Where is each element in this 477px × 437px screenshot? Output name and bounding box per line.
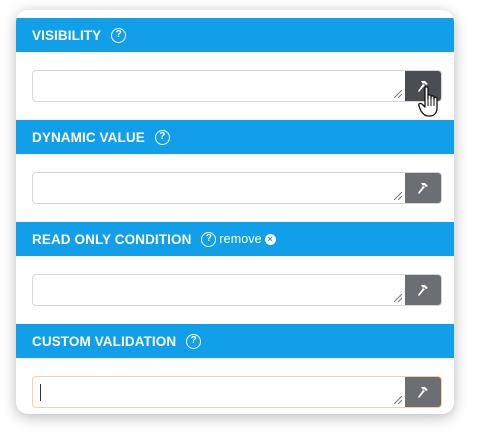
remove-label: remove <box>219 232 262 246</box>
section-title: DYNAMIC VALUE <box>32 129 145 145</box>
hand-pointer-icon <box>418 86 438 117</box>
hammer-icon <box>418 387 428 398</box>
hammer-icon <box>418 285 428 296</box>
section-title: READ ONLY CONDITION <box>32 231 192 247</box>
resize-grip-icon[interactable] <box>394 90 402 98</box>
settings-panel: VISIBILITY ? DYNAMIC VALUE ? READ ONLY C… <box>16 10 454 414</box>
visibility-input[interactable] <box>32 70 442 102</box>
question-circle-icon[interactable]: ? <box>186 333 202 349</box>
custom-validation-input[interactable] <box>32 376 442 408</box>
section-header-custom-validation: CUSTOM VALIDATION ? <box>16 324 454 358</box>
section-title: CUSTOM VALIDATION <box>32 333 177 349</box>
remove-link[interactable]: remove × <box>219 232 276 246</box>
custom-validation-builder-button[interactable] <box>405 377 441 407</box>
question-circle-icon[interactable]: ? <box>201 231 217 247</box>
dynamic-value-input[interactable] <box>32 172 442 204</box>
resize-grip-icon[interactable] <box>394 192 402 200</box>
close-circle-icon: × <box>264 233 276 245</box>
resize-grip-icon[interactable] <box>394 294 402 302</box>
read-only-condition-builder-button[interactable] <box>405 275 441 305</box>
section-header-dynamic-value: DYNAMIC VALUE ? <box>16 120 454 154</box>
section-header-read-only-condition: READ ONLY CONDITION ? remove × <box>16 222 454 256</box>
read-only-condition-input[interactable] <box>32 274 442 306</box>
dynamic-value-builder-button[interactable] <box>405 173 441 203</box>
question-circle-icon[interactable]: ? <box>154 129 170 145</box>
section-title: VISIBILITY <box>32 27 102 43</box>
question-circle-icon[interactable]: ? <box>111 27 127 43</box>
text-caret <box>40 384 41 401</box>
section-header-visibility: VISIBILITY ? <box>16 18 454 52</box>
resize-grip-icon[interactable] <box>394 396 402 404</box>
hammer-icon <box>418 183 428 194</box>
